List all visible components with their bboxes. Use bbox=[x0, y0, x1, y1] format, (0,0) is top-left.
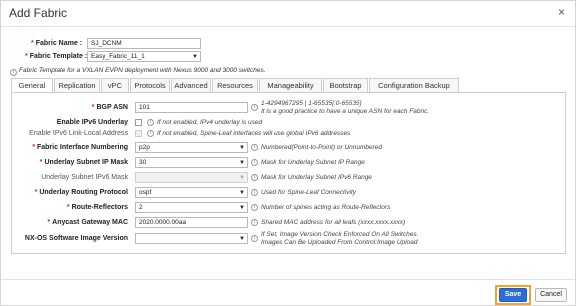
info-icon: i bbox=[251, 235, 258, 242]
template-note-text: Fabric Template for a VXLAN EVPN deploym… bbox=[19, 67, 266, 74]
tab-protocols[interactable]: Protocols bbox=[130, 78, 170, 93]
required-marker: * bbox=[31, 40, 34, 47]
required-marker: * bbox=[32, 144, 35, 151]
general-tab-panel bbox=[11, 92, 566, 254]
bgp-asn-hint-range: 1-4294967295 | 1-65535[.0-65535] bbox=[261, 100, 362, 107]
underlay-routing-protocol-hint: Used for Spine-Leaf Connectivity bbox=[261, 189, 357, 196]
enable-ipv6-link-local-label: Enable IPv6 Link-Local Address bbox=[29, 130, 128, 137]
footer-divider bbox=[1, 279, 575, 280]
bgp-asn-hint: 1-4294967295 | 1-65535[.0-65535] It is a … bbox=[261, 100, 429, 115]
underlay-subnet-ipv6-mask-hint: Mask for Underlay Subnet IPv6 Range bbox=[261, 174, 372, 181]
enable-ipv6-link-local-checkbox[interactable] bbox=[135, 130, 142, 137]
underlay-subnet-ip-mask-select[interactable]: 30 ▼ bbox=[135, 157, 248, 168]
enable-ipv6-link-local-hint: If not enabled, Spine-Leaf interfaces wi… bbox=[157, 130, 351, 137]
fabric-name-input[interactable]: SJ_DCNM bbox=[87, 38, 201, 49]
fabric-name-label-text: Fabric Name : bbox=[35, 40, 83, 47]
tab-bootstrap[interactable]: Bootstrap bbox=[323, 78, 368, 93]
route-reflectors-value: 2 bbox=[139, 204, 143, 211]
bgp-asn-label: * BGP ASN bbox=[92, 104, 128, 111]
info-icon: i bbox=[251, 189, 258, 196]
info-icon: i bbox=[147, 130, 154, 137]
save-button[interactable]: Save bbox=[499, 288, 527, 302]
underlay-subnet-ip-mask-label-text: Underlay Subnet IP Mask bbox=[44, 159, 128, 166]
enable-ipv6-underlay-hint: If not enabled, IPv4 underlay is used bbox=[157, 119, 263, 126]
required-marker: * bbox=[47, 219, 51, 226]
underlay-routing-protocol-select[interactable]: ospf ▼ bbox=[135, 187, 248, 198]
info-icon: i bbox=[251, 144, 258, 151]
bgp-asn-hint-practice: It is a good practice to have a unique A… bbox=[261, 107, 430, 115]
info-icon: i bbox=[147, 119, 154, 126]
tab-resources[interactable]: Resources bbox=[212, 78, 258, 93]
title-divider bbox=[1, 26, 575, 27]
fabric-template-label-text: Fabric Template : bbox=[29, 53, 88, 60]
route-reflectors-select[interactable]: 2 ▼ bbox=[135, 202, 248, 213]
route-reflectors-label-text: Route-Reflectors bbox=[71, 204, 128, 211]
fabric-interface-numbering-value: p2p bbox=[139, 144, 150, 151]
cancel-button[interactable]: Cancel bbox=[535, 288, 567, 302]
chevron-down-icon: ▼ bbox=[239, 160, 245, 166]
chevron-down-icon: ▼ bbox=[239, 236, 245, 242]
fabric-template-label: * Fabric Template : bbox=[25, 53, 87, 60]
fabric-template-value: Easy_Fabric_11_1 bbox=[91, 53, 145, 60]
chevron-down-icon: ▼ bbox=[239, 205, 245, 211]
tab-configuration-backup[interactable]: Configuration Backup bbox=[369, 78, 459, 93]
enable-ipv6-underlay-label: Enable IPv6 Underlay bbox=[56, 119, 128, 126]
fabric-interface-numbering-label-text: Fabric Interface Numbering bbox=[36, 144, 128, 151]
underlay-subnet-ipv6-mask-select[interactable]: ▼ bbox=[135, 172, 248, 183]
fabric-interface-numbering-hint: Numbered(Point-to-Point) or Unnumbered bbox=[261, 144, 383, 151]
info-icon: i bbox=[251, 159, 258, 166]
dialog-title: Add Fabric bbox=[9, 6, 68, 20]
underlay-subnet-ip-mask-hint: Mask for Underlay Subnet IP Range bbox=[261, 159, 365, 166]
enable-ipv6-underlay-checkbox[interactable] bbox=[135, 119, 142, 126]
chevron-down-icon: ▼ bbox=[239, 190, 245, 196]
required-marker: * bbox=[91, 104, 95, 111]
add-fabric-dialog: Add Fabric × * Fabric Name : SJ_DCNM * Fab… bbox=[0, 0, 576, 306]
info-icon: i bbox=[251, 219, 258, 226]
chevron-down-icon: ▼ bbox=[192, 54, 198, 60]
route-reflectors-label: * Route-Reflectors bbox=[67, 204, 128, 211]
tab-replication[interactable]: Replication bbox=[54, 78, 100, 93]
fabric-name-label: * Fabric Name : bbox=[31, 40, 82, 47]
nxos-image-version-hint-upload: Images Can Be Uploaded From Control:Imag… bbox=[261, 238, 418, 246]
info-icon: i bbox=[251, 204, 258, 211]
nxos-image-version-hint-enforced: If Set, Image Version Check Enforced On … bbox=[261, 231, 419, 238]
tab-manageability[interactable]: Manageability bbox=[259, 78, 322, 93]
info-icon: i bbox=[10, 69, 17, 76]
fabric-interface-numbering-select[interactable]: p2p ▼ bbox=[135, 142, 248, 153]
close-icon[interactable]: × bbox=[558, 5, 565, 19]
underlay-routing-protocol-label: * Underlay Routing Protocol bbox=[35, 189, 128, 196]
info-icon: i bbox=[251, 104, 258, 111]
template-note: i Fabric Template for a VXLAN EVPN deploy… bbox=[10, 67, 266, 76]
anycast-gateway-mac-hint: Shared MAC address for all leafs (xxxx.x… bbox=[261, 219, 406, 226]
info-icon: i bbox=[251, 174, 258, 181]
required-marker: * bbox=[25, 53, 28, 60]
nxos-image-version-hint: If Set, Image Version Check Enforced On … bbox=[261, 231, 418, 246]
underlay-routing-protocol-label-text: Underlay Routing Protocol bbox=[39, 189, 128, 196]
chevron-down-icon: ▼ bbox=[239, 145, 245, 151]
underlay-subnet-ip-mask-value: 30 bbox=[139, 159, 147, 166]
fabric-template-select[interactable]: Easy_Fabric_11_1 ▼ bbox=[87, 51, 201, 62]
anycast-gateway-mac-input[interactable]: 2020.0000.00aa bbox=[135, 217, 248, 228]
fabric-interface-numbering-label: * Fabric Interface Numbering bbox=[32, 144, 128, 151]
route-reflectors-hint: Number of spines acting as Route-Reflect… bbox=[261, 204, 391, 211]
bgp-asn-label-text: BGP ASN bbox=[96, 104, 128, 111]
required-marker: * bbox=[66, 204, 70, 211]
chevron-down-icon: ▼ bbox=[239, 175, 245, 181]
bgp-asn-input[interactable]: 101 bbox=[135, 102, 248, 113]
underlay-routing-protocol-value: ospf bbox=[139, 189, 152, 196]
underlay-subnet-ipv6-mask-label: Underlay Subnet IPv6 Mask bbox=[41, 174, 128, 181]
anycast-gateway-mac-label: * Anycast Gateway MAC bbox=[47, 219, 128, 226]
tab-vpc[interactable]: vPC bbox=[101, 78, 129, 93]
required-marker: * bbox=[34, 189, 38, 196]
anycast-gateway-mac-label-text: Anycast Gateway MAC bbox=[52, 219, 128, 226]
nxos-image-version-label: NX-OS Software Image Version bbox=[24, 235, 128, 242]
required-marker: * bbox=[39, 159, 43, 166]
tab-advanced[interactable]: Advanced bbox=[171, 78, 211, 93]
underlay-subnet-ip-mask-label: * Underlay Subnet IP Mask bbox=[40, 159, 128, 166]
nxos-image-version-select[interactable]: ▼ bbox=[135, 233, 248, 244]
